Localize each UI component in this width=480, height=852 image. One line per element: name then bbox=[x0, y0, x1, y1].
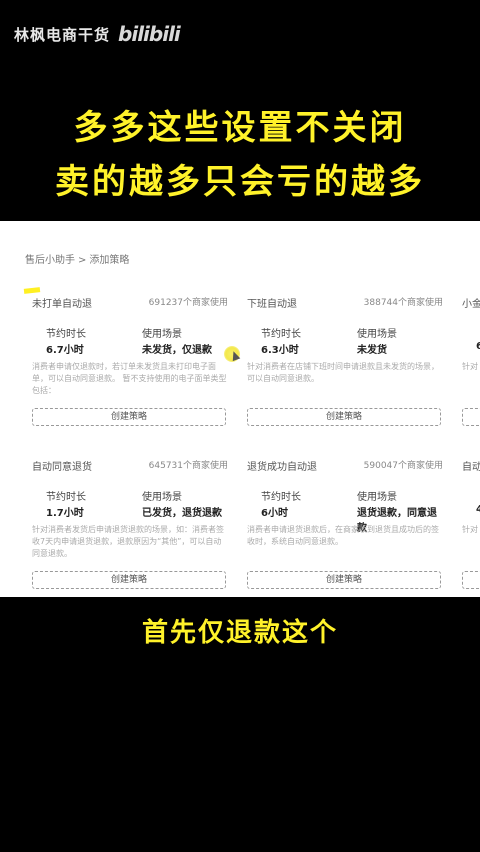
card-scene-value: 已发货，退货退款 bbox=[142, 508, 222, 519]
card-save-time-value: 6小时 bbox=[261, 508, 288, 519]
card-save-time-label: 节约时长 bbox=[46, 329, 86, 340]
watermark: 林枫电商干货 bilibili bbox=[14, 22, 181, 46]
card-title: 自动 bbox=[462, 462, 480, 473]
create-strategy-button[interactable]: 创建策略 bbox=[32, 408, 226, 426]
card-scene-label: 使用场景 bbox=[142, 492, 182, 503]
card-title: 未打单自动退 bbox=[32, 299, 92, 310]
card-scene-label: 使用场景 bbox=[357, 492, 397, 503]
create-strategy-button[interactable]: 创建策略 bbox=[32, 571, 226, 589]
highlight-marker bbox=[23, 287, 41, 294]
card-save-time-label: 节约时长 bbox=[261, 492, 301, 503]
card-scene-value: 未发货 bbox=[357, 345, 387, 356]
screenshot-panel: 售后小助手 > 添加策略 未打单自动退 691237个商家使用 节约时长 使用场景 … bbox=[0, 221, 480, 597]
headline-line1: 多多这些设置不关闭 bbox=[73, 108, 407, 148]
card-save-time-label: 节约时长 bbox=[46, 492, 86, 503]
card-description: 针对 bbox=[462, 362, 478, 371]
create-strategy-button[interactable]: 创建策略 bbox=[247, 571, 441, 589]
card-title: 小金 bbox=[462, 299, 480, 310]
card-scene-label: 使用场景 bbox=[357, 329, 397, 340]
card-scene-label: 使用场景 bbox=[142, 329, 182, 340]
create-strategy-button[interactable]: 创建策略 bbox=[247, 408, 441, 426]
card-users: 388744个商家使用 bbox=[363, 298, 443, 308]
card-description: 消费者申请仅退款时，若订单未发货且未打印电子面单，可以自动同意退款。 暂不支持使… bbox=[32, 362, 227, 395]
breadcrumb-current: 添加策略 bbox=[89, 255, 130, 266]
card-save-time-value: 6.3小时 bbox=[261, 345, 299, 356]
card-title: 退货成功自动退 bbox=[247, 462, 317, 473]
card-save-time-value: 4 bbox=[476, 504, 480, 515]
card-users: 645731个商家使用 bbox=[148, 461, 228, 471]
watermark-author: 林枫电商干货 bbox=[14, 25, 111, 44]
mouse-cursor-icon bbox=[224, 346, 240, 362]
breadcrumb-root[interactable]: 售后小助手 bbox=[25, 255, 75, 266]
strategy-card-offwork-refund: 下班自动退 388744个商家使用 节约时长 使用场景 6.3小时 未发货 针对… bbox=[247, 295, 443, 445]
card-save-time-value: 6.7小时 bbox=[46, 345, 84, 356]
card-title: 下班自动退 bbox=[247, 299, 297, 310]
card-users: 691237个商家使用 bbox=[148, 298, 228, 308]
breadcrumb-separator: > bbox=[78, 255, 87, 266]
card-title: 自动同意退货 bbox=[32, 462, 92, 473]
card-save-time-value: 6 bbox=[476, 341, 480, 352]
caption-subtitle: 首先仅退款这个 bbox=[141, 618, 338, 648]
create-strategy-button[interactable] bbox=[462, 571, 480, 589]
card-description: 针对 天内 bbox=[462, 525, 480, 534]
strategy-card-unprinted-refund: 未打单自动退 691237个商家使用 节约时长 使用场景 6.7小时 未发货，仅… bbox=[32, 295, 228, 445]
card-save-time-label: 节约时长 bbox=[261, 329, 301, 340]
bilibili-logo: bilibili bbox=[118, 22, 181, 46]
card-scene-value: 未发货，仅退款 bbox=[142, 345, 212, 356]
card-description: 消费者申请退货退款后，在商家收到退货且成功后的签收时，系统自动同意退款。 bbox=[247, 525, 439, 546]
card-description: 针对消费者在店铺下班时间申请退款且未发货的场景，可以自动同意退款。 bbox=[247, 362, 439, 383]
breadcrumb: 售后小助手 > 添加策略 bbox=[25, 251, 129, 266]
strategy-card-partial-2: 自动 4 针对 天内 bbox=[462, 458, 480, 597]
strategy-card-return-success-refund: 退货成功自动退 590047个商家使用 节约时长 使用场景 6小时 退货退款，同… bbox=[247, 458, 443, 597]
headline-line2: 卖的越多只会亏的越多 bbox=[55, 162, 425, 202]
create-strategy-button[interactable] bbox=[462, 408, 480, 426]
card-save-time-value: 1.7小时 bbox=[46, 508, 84, 519]
strategy-card-partial-1: 小金 6 针对 bbox=[462, 295, 480, 445]
card-users: 590047个商家使用 bbox=[363, 461, 443, 471]
card-description: 针对消费者发货后申请退货退款的场景，如：消费者签收7天内申请退货退款，退款原因为… bbox=[32, 525, 224, 558]
strategy-card-auto-return: 自动同意退货 645731个商家使用 节约时长 使用场景 1.7小时 已发货，退… bbox=[32, 458, 228, 597]
